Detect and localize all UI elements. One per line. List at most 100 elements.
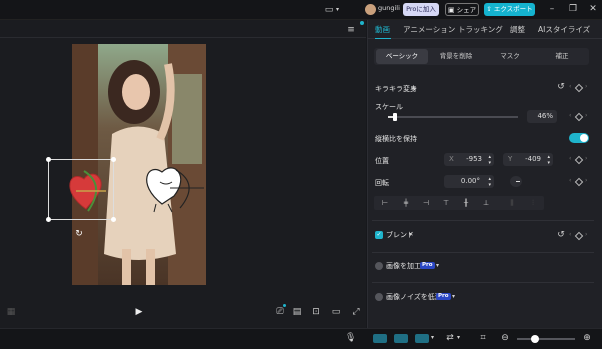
prev-keyframe-icon[interactable]: ‹ [569, 176, 571, 186]
subtab-mask[interactable]: マスク [484, 49, 536, 64]
lock-ratio-toggle[interactable] [569, 133, 589, 143]
rotation-label: 回転 [375, 179, 389, 187]
align-center-horizontal-icon[interactable]: ╪ [401, 198, 411, 208]
next-keyframe-icon[interactable]: › [585, 154, 587, 164]
subtab-correction[interactable]: 補正 [536, 49, 588, 64]
rotation-value: 0.00° [460, 177, 480, 185]
align-bottom-icon[interactable]: ⊥ [481, 198, 491, 208]
blend-checkbox[interactable]: ✓ [375, 231, 383, 239]
noise-reduction-label[interactable]: 画像ノイズを低減 [386, 292, 442, 302]
upload-icon: ⇪ [486, 5, 492, 13]
layout-icon[interactable]: ▭ [323, 5, 335, 15]
pro-badge: Pro [436, 293, 451, 300]
track-toggle-2[interactable] [394, 334, 408, 343]
stepper-icon[interactable]: ▴ ▾ [547, 154, 550, 166]
grid-icon[interactable]: ▦ [5, 307, 17, 317]
align-left-icon[interactable]: ⊢ [380, 198, 390, 208]
track-toggle-3[interactable] [415, 334, 429, 343]
align-top-icon[interactable]: ⊤ [441, 198, 451, 208]
track-toggle-1[interactable] [373, 334, 387, 343]
rotate-handle-icon[interactable]: ↻ [74, 229, 84, 239]
tab-adjust[interactable]: 調整 [510, 21, 525, 39]
distribute-vertical-icon: ⫶ [532, 199, 534, 207]
play-button[interactable]: ▶ [133, 307, 145, 317]
resize-handle-tr[interactable] [111, 157, 116, 162]
zoom-out-icon[interactable]: ⊖ [500, 333, 510, 343]
subtitle-icon[interactable]: ▤ [291, 307, 303, 317]
close-icon[interactable]: ✕ [587, 4, 599, 14]
stepper-icon[interactable]: ▴ ▾ [488, 154, 491, 166]
maximize-icon[interactable]: ❐ [567, 4, 579, 14]
menu-icon[interactable]: ≡ [346, 25, 356, 35]
stepper-icon[interactable]: ▴ ▾ [488, 176, 491, 188]
fullscreen-icon[interactable]: ⤢ [350, 307, 362, 317]
prev-keyframe-icon[interactable]: ‹ [569, 230, 571, 240]
next-keyframe-icon[interactable]: › [585, 176, 587, 186]
position-x-field[interactable]: X -953 ▴ ▾ [444, 153, 494, 166]
share-icon: ▣ [447, 6, 455, 14]
chevron-down-icon[interactable]: ▾ [436, 261, 439, 271]
notification-dot [360, 21, 364, 25]
tab-tracking[interactable]: トラッキング [458, 21, 503, 39]
reset-icon[interactable]: ↺ [556, 230, 566, 240]
avatar[interactable] [365, 4, 376, 15]
link-icon[interactable]: ⇄ [445, 333, 455, 343]
active-tab-indicator [375, 38, 391, 39]
subtab-basic[interactable]: ベーシック [376, 49, 428, 64]
microphone-icon[interactable]: 🎙 [345, 333, 356, 343]
alignment-toolbar: ⊢ ╪ ⊣ ⊤ ╫ ⊥ ⫼ ⫶ [374, 196, 544, 210]
position-y-value: -409 [525, 155, 541, 163]
zoom-slider-thumb[interactable] [531, 335, 539, 343]
chevron-up-icon[interactable]: ▴ [412, 83, 415, 93]
chevron-down-icon[interactable]: ▾ [431, 333, 434, 343]
scale-slider-thumb[interactable] [393, 113, 397, 121]
reset-icon[interactable]: ↺ [556, 82, 566, 92]
enhance-label[interactable]: 画像を加工 [386, 261, 421, 271]
prev-keyframe-icon[interactable]: ‹ [569, 111, 571, 121]
resize-handle-bl[interactable] [46, 217, 51, 222]
scale-input[interactable]: 46% [527, 110, 557, 123]
subtab-remove-background[interactable]: 背景を削除 [430, 49, 482, 64]
next-keyframe-icon[interactable]: › [585, 230, 587, 240]
edit-icon[interactable]: ⎚ [274, 307, 286, 317]
preview-divider [0, 37, 366, 38]
preview-axis-icon[interactable]: ⌗ [478, 333, 488, 343]
chevron-down-icon[interactable]: ▾ [336, 5, 339, 15]
rotation-field[interactable]: 0.00° ▴ ▾ [444, 175, 494, 188]
next-keyframe-icon[interactable]: › [585, 82, 587, 92]
crop-icon[interactable]: ⊡ [310, 307, 322, 317]
pro-badge: Pro [420, 262, 435, 269]
rotation-dial[interactable] [510, 176, 522, 187]
tab-video[interactable]: 動画 [375, 21, 390, 39]
align-center-vertical-icon[interactable]: ╫ [461, 198, 471, 208]
zoom-slider[interactable] [517, 338, 575, 340]
chevron-down-icon[interactable]: ▾ [409, 230, 412, 240]
toggle-knob [580, 134, 588, 142]
enhance-radio[interactable] [375, 262, 383, 270]
prev-keyframe-icon[interactable]: ‹ [569, 82, 571, 92]
chevron-down-icon[interactable]: ▾ [452, 292, 455, 302]
prev-keyframe-icon[interactable]: ‹ [569, 154, 571, 164]
tab-animation[interactable]: アニメーション [403, 21, 455, 39]
chevron-down-icon[interactable]: ▾ [457, 333, 460, 343]
heart-sticker-red [69, 170, 106, 212]
share-button[interactable]: ▣ シェア [445, 3, 479, 16]
scale-slider[interactable] [388, 116, 518, 118]
align-right-icon[interactable]: ⊣ [421, 198, 431, 208]
resize-handle-tl[interactable] [46, 157, 51, 162]
minimize-icon[interactable]: – [546, 4, 558, 14]
transform-section-title[interactable]: キラキラ変身 [375, 84, 417, 94]
next-keyframe-icon[interactable]: › [585, 111, 587, 121]
position-x-value: -953 [466, 155, 482, 163]
y-axis-label: Y [508, 155, 513, 163]
tab-ai-stylize[interactable]: AIスタイライズ [538, 21, 590, 39]
pro-join-button[interactable]: Proに加入 [403, 3, 439, 16]
zoom-in-icon[interactable]: ⊕ [582, 333, 592, 343]
noise-reduction-radio[interactable] [375, 293, 383, 301]
export-button[interactable]: ⇪ エクスポート [484, 3, 535, 16]
resize-handle-br[interactable] [111, 217, 116, 222]
position-y-field[interactable]: Y -409 ▴ ▾ [503, 153, 553, 166]
top-bar: ▭ ▾ gungili Proに加入 ▣ シェア ⇪ エクスポート – ❐ ✕ [0, 0, 602, 20]
ratio-icon[interactable]: ▭ [329, 307, 343, 317]
username[interactable]: gungili [378, 4, 400, 12]
